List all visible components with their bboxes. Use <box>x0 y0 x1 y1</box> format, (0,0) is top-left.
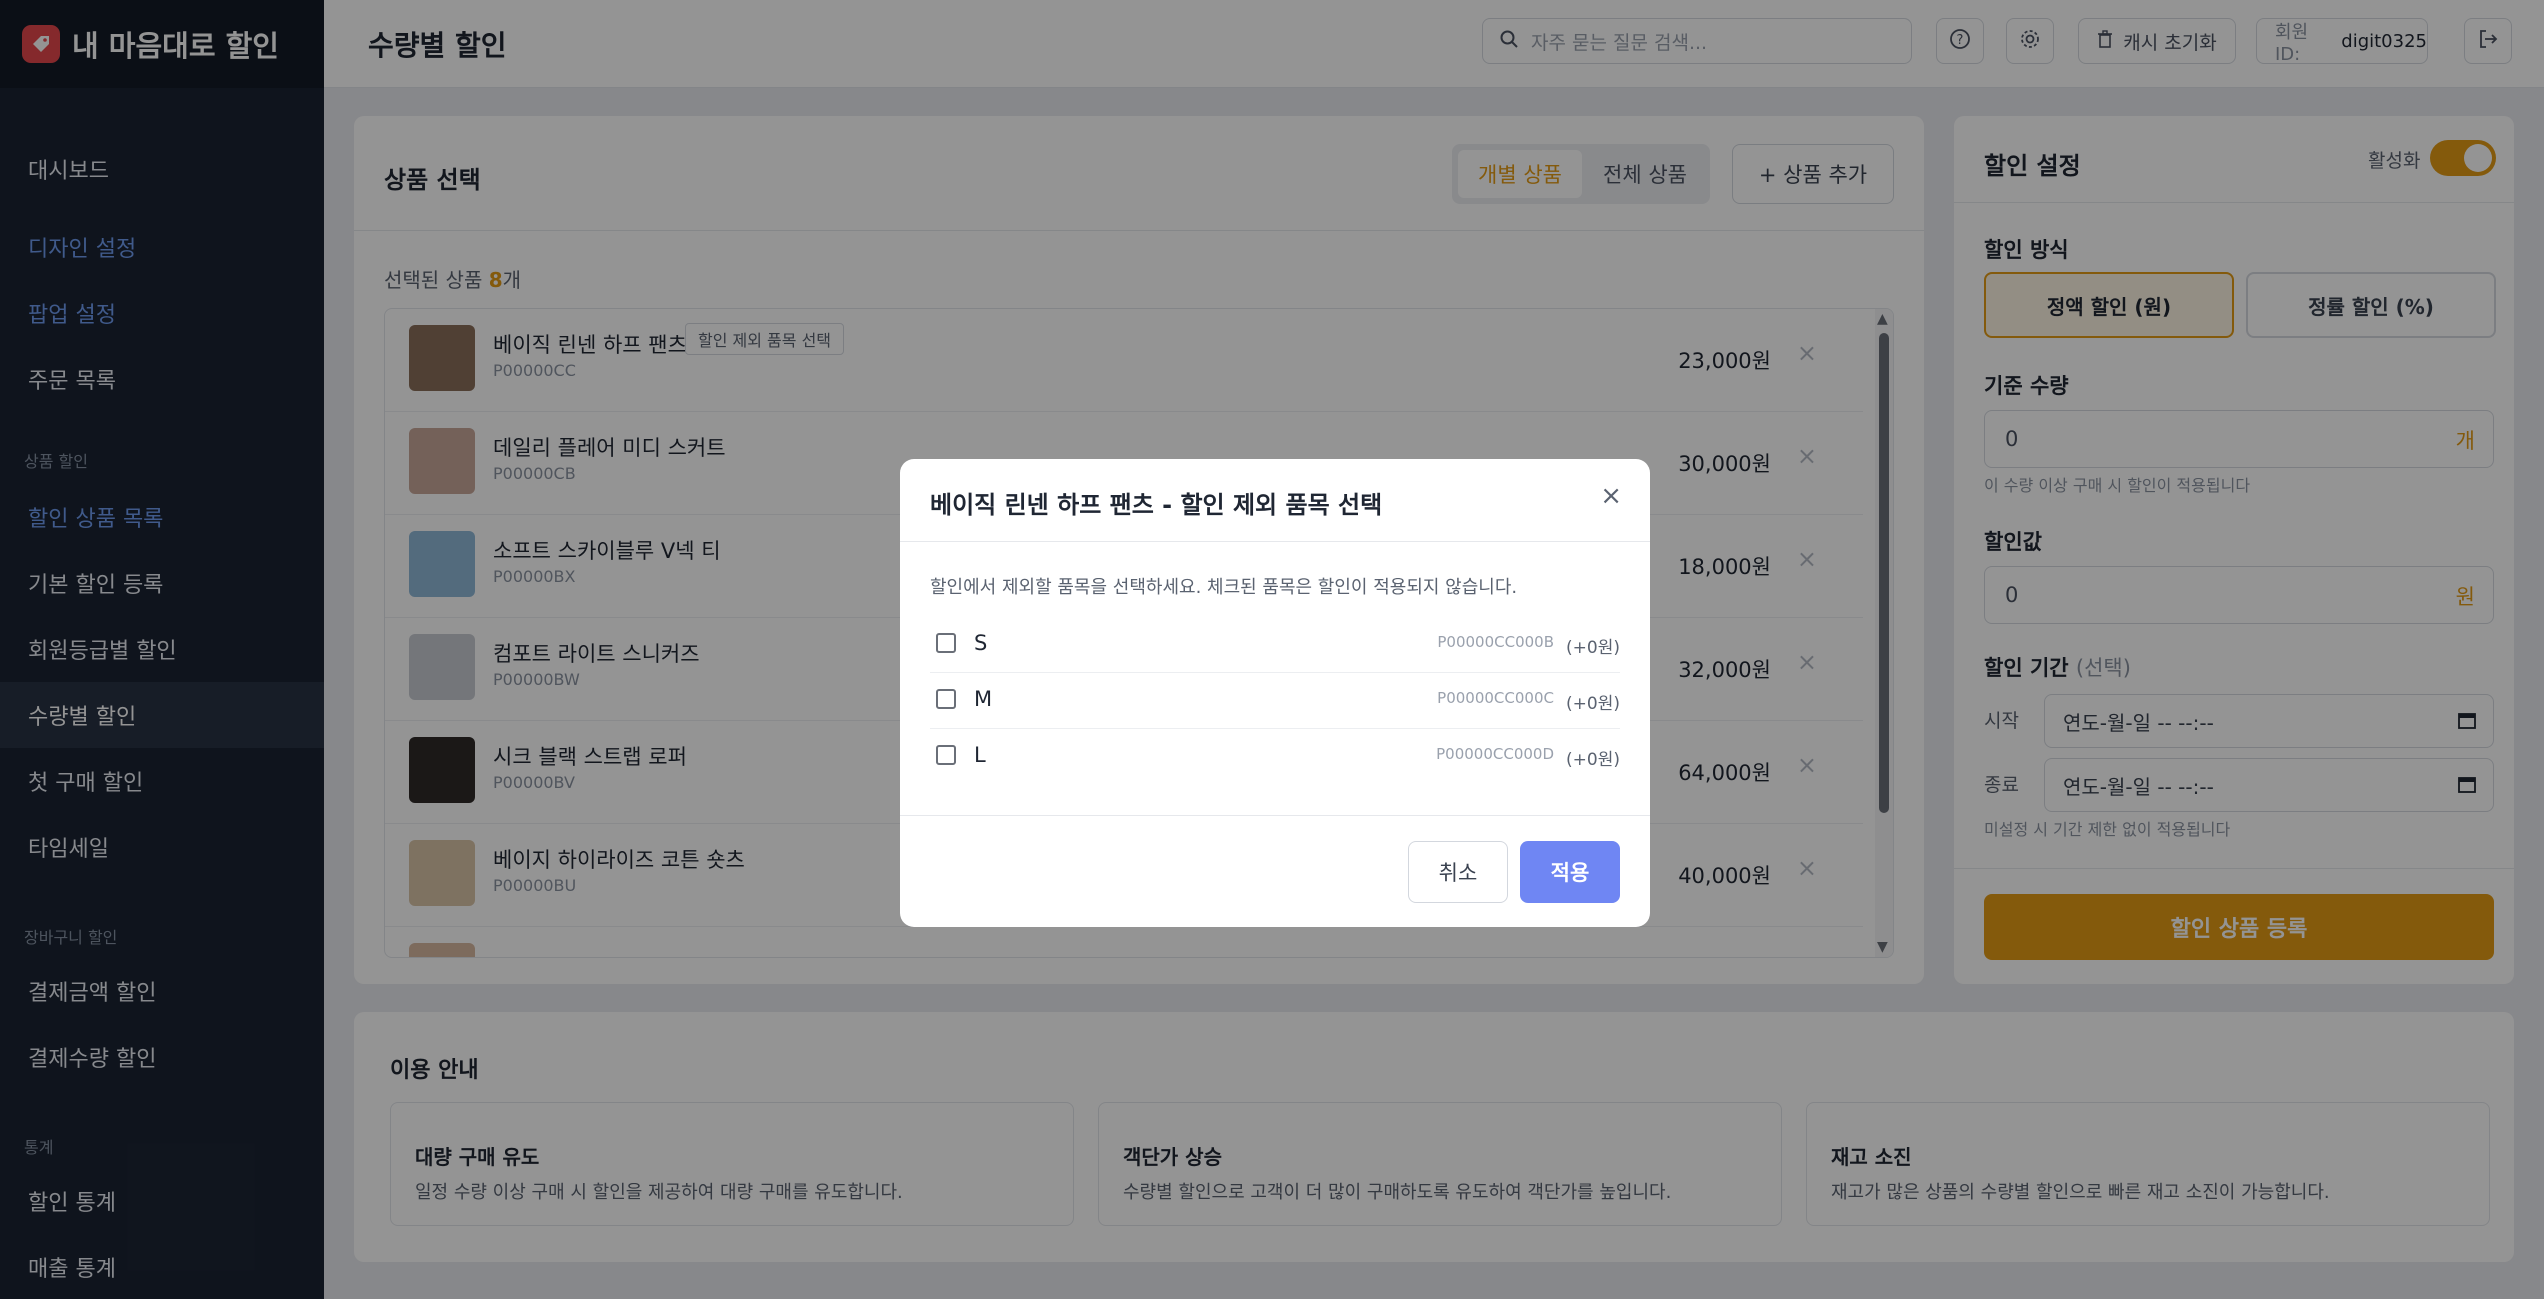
divider <box>900 815 1650 816</box>
option-checkbox[interactable] <box>936 633 956 653</box>
modal-description: 할인에서 제외할 품목을 선택하세요. 체크된 품목은 할인이 적용되지 않습니… <box>930 577 1518 598</box>
apply-button[interactable]: 적용 <box>1520 841 1620 903</box>
option-code: P00000CC000C <box>1437 689 1554 707</box>
cancel-button[interactable]: 취소 <box>1408 841 1508 903</box>
option-row: M P00000CC000C (+0원) <box>930 673 1620 729</box>
option-extra-price: (+0원) <box>1566 694 1620 714</box>
option-row: S P00000CC000B (+0원) <box>930 617 1620 673</box>
divider <box>900 541 1650 542</box>
option-name: M <box>974 687 993 711</box>
option-name: S <box>974 631 988 655</box>
option-extra-price: (+0원) <box>1566 750 1620 770</box>
exclude-options-modal: 베이직 린넨 하프 팬츠 - 할인 제외 품목 선택 × 할인에서 제외할 품목… <box>900 459 1650 927</box>
option-code: P00000CC000B <box>1437 633 1554 651</box>
option-checkbox[interactable] <box>936 745 956 765</box>
option-checkbox[interactable] <box>936 689 956 709</box>
option-name: L <box>974 743 986 767</box>
close-icon[interactable]: × <box>1600 481 1622 511</box>
option-code: P00000CC000D <box>1436 745 1554 763</box>
option-row: L P00000CC000D (+0원) <box>930 729 1620 785</box>
option-extra-price: (+0원) <box>1566 638 1620 658</box>
modal-title: 베이직 린넨 하프 팬츠 - 할인 제외 품목 선택 <box>930 491 1383 519</box>
